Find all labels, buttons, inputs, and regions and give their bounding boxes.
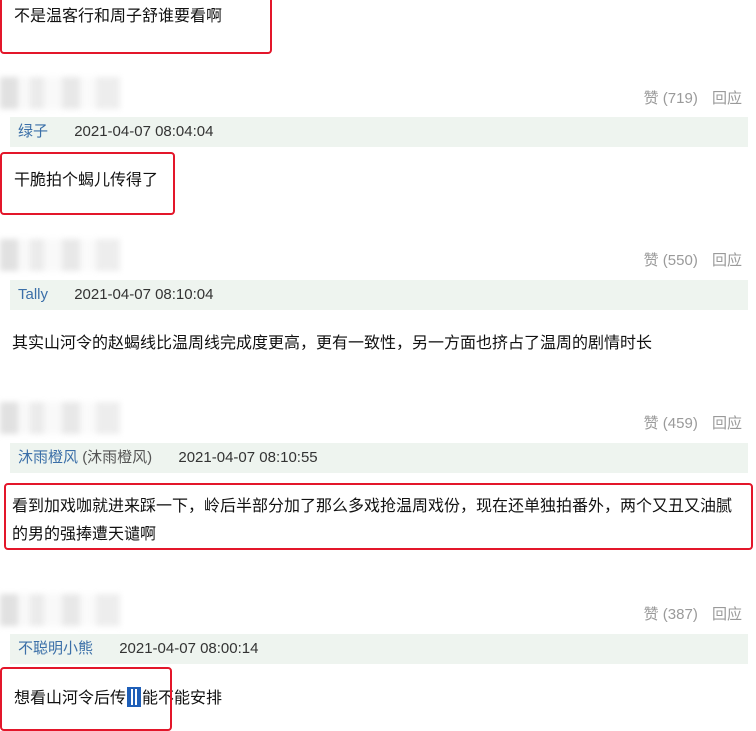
comment-meta: 绿子 2021-04-07 08:04:04 bbox=[10, 117, 748, 147]
like-button[interactable]: 赞 (719) bbox=[644, 90, 698, 107]
timestamp: 2021-04-07 08:10:04 bbox=[74, 286, 214, 303]
comment-text-after: 能不能安排 bbox=[142, 688, 223, 707]
comment-text: 看到加戏咖就进来踩一下，岭后半部分加了那么多戏抢温周戏份，现在还单独拍番外，两个… bbox=[12, 496, 733, 543]
text-cursor-icon bbox=[127, 687, 142, 707]
comment-meta: Tally 2021-04-07 08:10:04 bbox=[10, 280, 748, 310]
author-link[interactable]: Tally bbox=[18, 286, 48, 303]
author-link[interactable]: 绿子 bbox=[18, 123, 48, 140]
comment-text: 想看山河令后传 能不能安排 bbox=[14, 684, 222, 712]
author-alias: (沐雨橙风) bbox=[82, 449, 153, 466]
comment-text: 其实山河令的赵蝎线比温周线完成度更高，更有一致性，另一方面也挤占了温周的剧情时长 bbox=[12, 333, 653, 352]
timestamp: 2021-04-07 08:10:55 bbox=[178, 449, 318, 466]
comment-text-before: 想看山河令后传 bbox=[14, 688, 127, 707]
blurred-avatar bbox=[0, 239, 120, 271]
reply-button[interactable]: 回应 bbox=[712, 606, 742, 623]
comment-meta: 沐雨橙风 (沐雨橙风) 2021-04-07 08:10:55 bbox=[10, 443, 748, 473]
blurred-avatar bbox=[0, 594, 120, 626]
comment-actions: 赞 (387) 回应 bbox=[634, 603, 742, 624]
author-link[interactable]: 不聪明小熊 bbox=[18, 640, 93, 657]
comment-actions: 赞 (459) 回应 bbox=[634, 412, 742, 433]
reply-button[interactable]: 回应 bbox=[712, 415, 742, 432]
like-button[interactable]: 赞 (387) bbox=[644, 606, 698, 623]
author-link[interactable]: 沐雨橙风 bbox=[18, 449, 78, 466]
reply-button[interactable]: 回应 bbox=[712, 90, 742, 107]
timestamp: 2021-04-07 08:04:04 bbox=[74, 123, 214, 140]
comment-meta: 不聪明小熊 2021-04-07 08:00:14 bbox=[10, 634, 748, 664]
like-button[interactable]: 赞 (459) bbox=[644, 415, 698, 432]
blurred-avatar bbox=[0, 402, 120, 434]
comment-text: 不是温客行和周子舒谁要看啊 bbox=[14, 6, 223, 25]
comment-actions: 赞 (550) 回应 bbox=[634, 249, 742, 270]
timestamp: 2021-04-07 08:00:14 bbox=[119, 640, 259, 657]
reply-button[interactable]: 回应 bbox=[712, 252, 742, 269]
comment-actions: 赞 (719) 回应 bbox=[634, 87, 742, 108]
comment-text: 干脆拍个蝎儿传得了 bbox=[14, 170, 159, 189]
like-button[interactable]: 赞 (550) bbox=[644, 252, 698, 269]
blurred-avatar bbox=[0, 77, 120, 109]
